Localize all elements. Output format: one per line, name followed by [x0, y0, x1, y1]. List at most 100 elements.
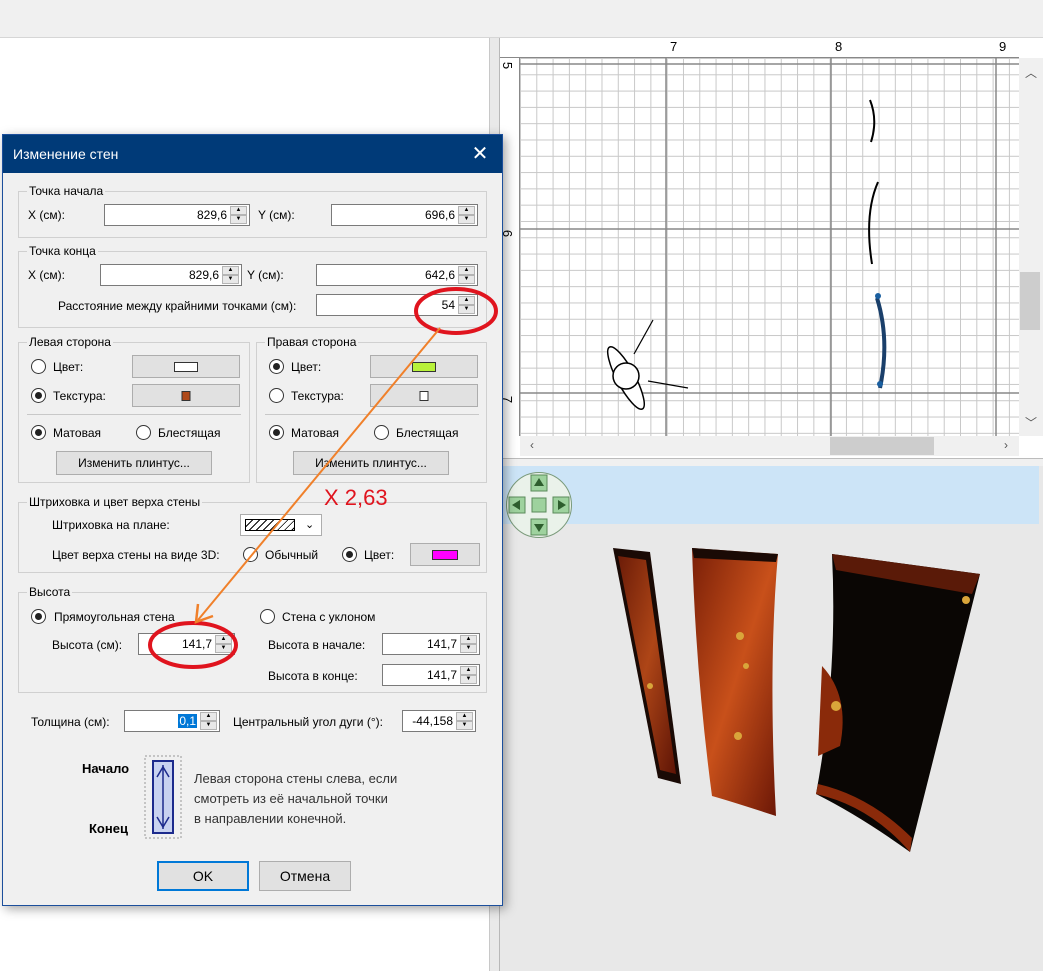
spin-down-icon[interactable]: ▼: [215, 644, 232, 653]
spin-down-icon[interactable]: ▼: [200, 721, 217, 730]
spin-buttons[interactable]: ▲ ▼: [456, 712, 473, 730]
arc-angle-input[interactable]: -44,158 ▲ ▼: [402, 710, 476, 732]
start-x-input[interactable]: 829,6 ▲ ▼: [104, 204, 250, 226]
plan-vertical-scroll-thumb[interactable]: [1020, 272, 1040, 330]
navigation-arrows-icon[interactable]: [507, 473, 571, 537]
ruler-x-label: 8: [835, 39, 843, 54]
start-height-value: 141,7: [426, 637, 457, 651]
view-splitter[interactable]: [500, 458, 1043, 466]
spin-down-icon[interactable]: ▼: [460, 675, 477, 684]
spin-down-icon[interactable]: ▼: [458, 275, 475, 284]
app-toolbar-strip: [0, 0, 1043, 38]
plan-horizontal-scroll-thumb[interactable]: [830, 437, 934, 455]
spin-buttons[interactable]: ▲ ▼: [215, 635, 232, 653]
right-matte-label: Матовая: [291, 426, 339, 440]
ok-button[interactable]: OK: [157, 861, 249, 891]
right-matte-radio[interactable]: [269, 425, 284, 440]
spin-up-icon[interactable]: ▲: [456, 712, 473, 721]
left-texture-radio[interactable]: [31, 388, 46, 403]
spin-up-icon[interactable]: ▲: [215, 635, 232, 644]
right-baseboard-button[interactable]: Изменить плинтус...: [293, 451, 449, 475]
right-glossy-radio[interactable]: [374, 425, 389, 440]
furniture-symbol[interactable]: [602, 319, 689, 413]
thickness-input[interactable]: 0,1 ▲ ▼: [124, 710, 220, 732]
close-icon[interactable]: ✕: [465, 141, 495, 167]
end-height-input[interactable]: 141,7 ▲ ▼: [382, 664, 480, 686]
ruler-vertical: 5 6 7: [500, 58, 520, 436]
spin-up-icon[interactable]: ▲: [230, 206, 247, 215]
cancel-button[interactable]: Отмена: [259, 861, 351, 891]
rect-wall-radio[interactable]: [31, 609, 46, 624]
dialog-titlebar[interactable]: Изменение стен ✕: [3, 135, 502, 173]
spin-up-icon[interactable]: ▲: [222, 266, 239, 275]
left-texture-label: Текстура:: [53, 389, 106, 403]
scroll-up-icon[interactable]: ︿: [1025, 64, 1037, 81]
spin-down-icon[interactable]: ▼: [222, 275, 239, 284]
top-color-radio[interactable]: [342, 547, 357, 562]
spin-buttons[interactable]: ▲ ▼: [458, 296, 475, 314]
left-baseboard-button[interactable]: Изменить плинтус...: [56, 451, 212, 475]
diagram-start-label: Начало: [82, 761, 130, 776]
spin-down-icon[interactable]: ▼: [456, 721, 473, 730]
spin-buttons[interactable]: ▲ ▼: [460, 635, 477, 653]
end-height-value: 141,7: [426, 668, 457, 682]
spin-up-icon[interactable]: ▲: [458, 296, 475, 305]
left-matte-radio[interactable]: [31, 425, 46, 440]
arc-angle-label: Центральный угол дуги (°):: [233, 715, 383, 729]
sloped-wall-radio[interactable]: [260, 609, 275, 624]
spin-down-icon[interactable]: ▼: [230, 215, 247, 224]
spin-buttons[interactable]: ▲ ▼: [460, 666, 477, 684]
left-matte-label: Матовая: [53, 426, 101, 440]
chevron-down-icon[interactable]: ⌄: [305, 518, 314, 531]
spin-buttons[interactable]: ▲ ▼: [222, 266, 239, 284]
spin-down-icon[interactable]: ▼: [458, 215, 475, 224]
scroll-left-icon[interactable]: ‹: [530, 438, 534, 452]
spin-up-icon[interactable]: ▲: [460, 666, 477, 675]
top-color-option-label: Цвет:: [364, 548, 395, 562]
left-texture-button[interactable]: [132, 384, 240, 407]
spin-buttons[interactable]: ▲ ▼: [200, 712, 217, 730]
top-color-button[interactable]: [410, 543, 480, 566]
spin-down-icon[interactable]: ▼: [460, 644, 477, 653]
right-color-radio[interactable]: [269, 359, 284, 374]
color-swatch: [412, 361, 436, 372]
scroll-down-icon[interactable]: ﹀: [1025, 414, 1037, 431]
spin-down-icon[interactable]: ▼: [458, 305, 475, 314]
spin-buttons[interactable]: ▲ ▼: [458, 206, 475, 224]
top-normal-radio[interactable]: [243, 547, 258, 562]
spin-up-icon[interactable]: ▲: [460, 635, 477, 644]
3d-navigation-control[interactable]: [506, 472, 572, 538]
end-x-input[interactable]: 829,6 ▲ ▼: [100, 264, 242, 286]
left-glossy-radio[interactable]: [136, 425, 151, 440]
distance-input[interactable]: 54 ▲ ▼: [316, 294, 478, 316]
left-color-radio[interactable]: [31, 359, 46, 374]
left-side-group: Левая сторона Цвет: Текстура: Матовая Бл…: [18, 335, 250, 483]
start-x-value: 829,6: [196, 208, 227, 222]
right-texture-label: Текстура:: [291, 389, 344, 403]
end-x-value: 829,6: [188, 268, 219, 282]
right-texture-button[interactable]: [370, 384, 478, 407]
right-color-button[interactable]: [370, 355, 478, 378]
spin-up-icon[interactable]: ▲: [458, 266, 475, 275]
height-input[interactable]: 141,7 ▲ ▼: [138, 633, 235, 655]
view-3d[interactable]: [500, 466, 1043, 971]
spin-up-icon[interactable]: ▲: [200, 712, 217, 721]
start-y-label: Y (см):: [258, 208, 295, 222]
right-side-group: Правая сторона Цвет: Текстура: Матовая Б…: [256, 335, 487, 483]
plan-horizontal-scrollbar[interactable]: ‹ ›: [520, 436, 1019, 456]
plan-grid[interactable]: [520, 58, 1019, 436]
start-y-value: 696,6: [424, 208, 455, 222]
start-height-input[interactable]: 141,7 ▲ ▼: [382, 633, 480, 655]
start-y-input[interactable]: 696,6 ▲ ▼: [331, 204, 478, 226]
plan-vertical-scrollbar[interactable]: ︿ ﹀: [1019, 58, 1043, 436]
right-texture-radio[interactable]: [269, 388, 284, 403]
spin-buttons[interactable]: ▲ ▼: [458, 266, 475, 284]
hatch-dropdown[interactable]: ⌄: [240, 514, 322, 536]
spin-buttons[interactable]: ▲ ▼: [230, 206, 247, 224]
end-y-input[interactable]: 642,6 ▲ ▼: [316, 264, 478, 286]
spin-up-icon[interactable]: ▲: [458, 206, 475, 215]
distance-label: Расстояние между крайними точками (см):: [58, 299, 297, 313]
left-color-button[interactable]: [132, 355, 240, 378]
scroll-right-icon[interactable]: ›: [1004, 438, 1008, 452]
group-title: Точка начала: [27, 184, 106, 198]
